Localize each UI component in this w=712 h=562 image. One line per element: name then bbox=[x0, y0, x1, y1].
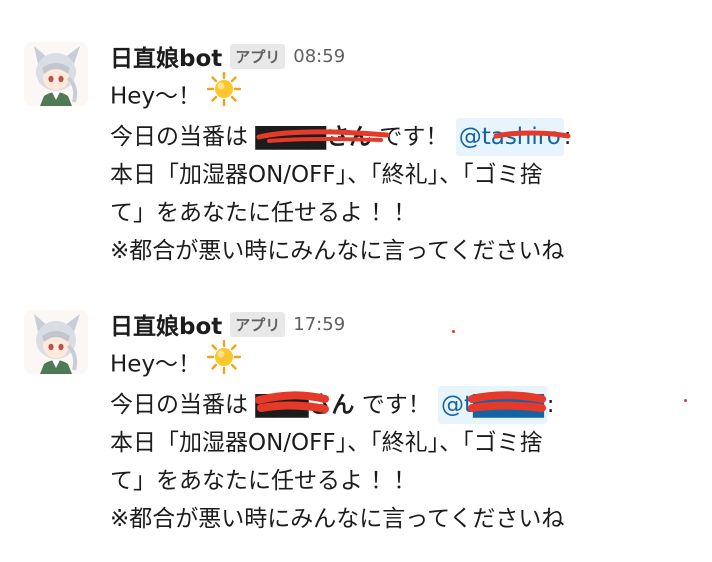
notice-line: ※都合が悪い時にみんなに言ってくださいね bbox=[110, 238, 565, 264]
sender-name[interactable]: 日直娘bot bbox=[110, 39, 222, 73]
greeting-line: Hey〜！ bbox=[110, 71, 702, 118]
duty-line: 今日の当番は ▇▇▇さん です！ @t▇▇▇▇ : bbox=[110, 386, 702, 424]
message-header: 日直娘bot アプリ 17:59 bbox=[110, 304, 702, 344]
stray-mark bbox=[684, 399, 687, 402]
duty-suffix: です！ bbox=[361, 392, 431, 418]
anime-girl-avatar-icon bbox=[24, 42, 88, 106]
sun-icon bbox=[206, 339, 242, 386]
message-header: 日直娘bot アプリ 08:59 bbox=[110, 36, 702, 76]
avatar[interactable] bbox=[24, 310, 88, 374]
duty-name: ▇▇▇さん bbox=[255, 386, 354, 424]
avatar[interactable] bbox=[24, 42, 88, 106]
mention-colon: : bbox=[546, 392, 555, 418]
duty-prefix: 今日の当番は bbox=[110, 392, 248, 418]
timestamp[interactable]: 17:59 bbox=[293, 314, 345, 335]
duty-line: 今日の当番は ▇▇▇▇さん です！ @tashiro : bbox=[110, 118, 702, 156]
greeting-text: Hey〜！ bbox=[110, 351, 202, 378]
user-mention[interactable]: @tashiro bbox=[455, 118, 571, 156]
mention-text: @tashiro bbox=[458, 124, 561, 150]
sender-name[interactable]: 日直娘bot bbox=[110, 307, 222, 341]
app-badge: アプリ bbox=[230, 43, 286, 69]
timestamp[interactable]: 08:59 bbox=[293, 46, 345, 67]
mention-colon: : bbox=[563, 124, 572, 150]
tasks-line-2: て」をあなたに任せるよ ！！ bbox=[110, 468, 417, 494]
mention-text: @t▇▇▇▇ bbox=[441, 392, 544, 418]
stray-mark bbox=[452, 330, 455, 333]
duty-name: ▇▇▇▇さん bbox=[255, 118, 390, 156]
tasks-line-1: 本日「加湿器ON/OFF」、「終礼」、「ゴミ捨 bbox=[110, 162, 543, 188]
greeting-text: Hey〜！ bbox=[110, 83, 202, 110]
duty-name-text: ▇▇▇さん bbox=[255, 392, 355, 418]
duty-prefix: 今日の当番は bbox=[110, 124, 248, 150]
app-badge: アプリ bbox=[230, 311, 286, 337]
tasks-line-2: て」をあなたに任せるよ ！！ bbox=[110, 200, 417, 226]
anime-girl-avatar-icon bbox=[24, 310, 88, 374]
greeting-line: Hey〜！ bbox=[110, 339, 702, 386]
tasks-line-1: 本日「加湿器ON/OFF」、「終礼」、「ゴミ捨 bbox=[110, 430, 543, 456]
notice-line: ※都合が悪い時にみんなに言ってくださいね bbox=[110, 506, 565, 532]
sun-icon bbox=[206, 71, 242, 118]
duty-suffix: です！ bbox=[379, 124, 449, 150]
duty-name-text: ▇▇▇▇さん bbox=[255, 124, 373, 150]
user-mention[interactable]: @t▇▇▇▇ bbox=[438, 386, 547, 424]
